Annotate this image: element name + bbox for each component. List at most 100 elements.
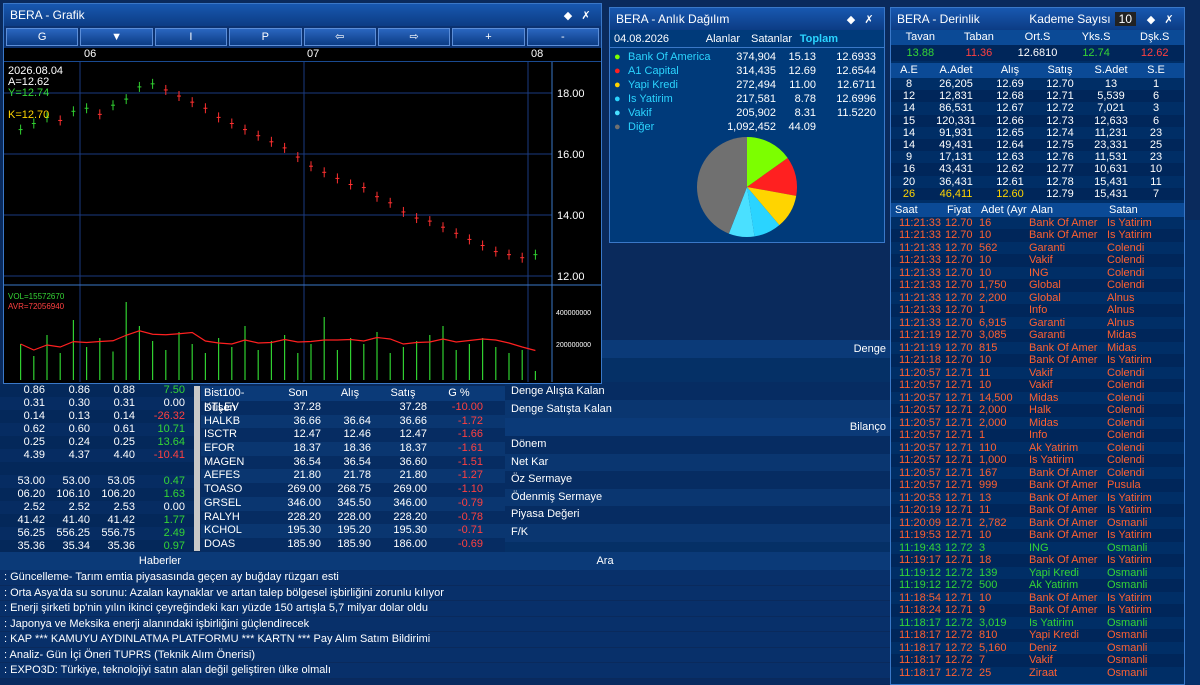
quote-row[interactable]: 0.25 0.24 0.25 13.64 [0,436,200,449]
loser-row[interactable]: ISCTR 12.47 12.46 12.47 -1.66 [201,428,505,443]
tab-alanlar[interactable]: Alanlar [704,30,740,47]
trade-row[interactable]: 11:19:12 12.72 139 Yapi Kredi Osmanli [891,566,1184,580]
trade-row[interactable]: 11:20:57 12.71 1 Info Colendi [891,429,1184,442]
news-item[interactable]: : Güncelleme- Tarım emtia piyasasında ge… [0,570,890,586]
loser-row[interactable]: TOASO 269.00 268.75 269.00 -1.10 [201,483,505,497]
book-row[interactable]: 26 46,411 12.60 12.79 15,431 7 [891,187,1184,200]
trade-row[interactable]: 11:21:33 12.70 562 Garanti Colendi [891,241,1184,255]
quote-row[interactable]: 41.42 41.40 41.42 1.77 [0,514,200,527]
trade-row[interactable]: 11:20:09 12.71 2,782 Bank Of Amer Osmanli [891,516,1184,530]
quote-row[interactable]: 0.14 0.13 0.14 -26.32 [0,410,200,423]
pin-icon[interactable]: ◆ [1142,13,1160,26]
news-item[interactable]: : KAP *** KAMUYU AYDINLATMA PLATFORMU **… [0,632,890,648]
quote-row[interactable]: 2.52 2.52 2.53 0.00 [0,501,200,514]
toolbar-button[interactable]: ⇦ [303,28,376,46]
loser-header[interactable]: G % [431,386,487,401]
book-row[interactable]: 14 49,431 12.64 12.75 23,331 25 [891,138,1184,152]
depth-titlebar[interactable]: BERA - Derinlik Kademe Sayısı 10 ◆ ✗ [891,8,1184,30]
trade-row[interactable]: 11:20:57 12.71 167 Bank Of Amer Colendi [891,466,1184,480]
trade-row[interactable]: 11:19:53 12.71 10 Bank Of Amer Is Yatirim [891,529,1184,542]
trade-row[interactable]: 11:21:19 12.70 815 Bank Of Amer Midas [891,341,1184,355]
close-icon[interactable]: ✗ [860,13,878,26]
trade-row[interactable]: 11:21:33 12.70 16 Bank Of Amer Is Yatirim [891,216,1184,230]
trade-row[interactable]: 11:18:24 12.71 9 Bank Of Amer Is Yatirim [891,604,1184,617]
trade-row[interactable]: 11:21:33 12.70 2,200 Global Alnus [891,291,1184,305]
toolbar-button[interactable]: G [6,28,79,46]
losers-scrollbar[interactable] [194,386,200,551]
book-row[interactable]: 20 36,431 12.61 12.78 15,431 11 [891,175,1184,188]
trade-row[interactable]: 11:19:17 12.71 18 Bank Of Amer Is Yatirim [891,554,1184,567]
trade-row[interactable]: 11:18:54 12.71 10 Bank Of Amer Is Yatirim [891,591,1184,605]
quote-row[interactable]: 06.20 106.10 106.20 1.63 [0,488,200,501]
toolbar-button[interactable]: P [229,28,302,46]
loser-row[interactable]: EFOR 18.37 18.36 18.37 -1.61 [201,442,505,456]
trade-row[interactable]: 11:18:17 12.72 3,019 Is Yatirim Osmanli [891,616,1184,630]
tab-satanlar[interactable]: Satanlar [740,30,792,47]
trade-row[interactable]: 11:20:53 12.71 13 Bank Of Amer Is Yatirim [891,491,1184,505]
news-item[interactable]: : Orta Asya'da su sorunu: Azalan kaynakl… [0,585,890,601]
pin-icon[interactable]: ◆ [842,13,860,26]
loser-header[interactable]: Satış [375,386,431,401]
trade-row[interactable]: 11:20:57 12.71 110 Ak Yatirim Colendi [891,441,1184,455]
trade-row[interactable]: 11:21:33 12.70 1,750 Global Colendi [891,279,1184,292]
quote-row[interactable]: 0.86 0.86 0.88 7.50 [0,384,200,397]
close-icon[interactable]: ✗ [1160,13,1178,26]
loser-header[interactable]: Bist100-Düşen [201,386,271,414]
loser-row[interactable]: DOAS 185.90 185.90 186.00 -0.69 [201,537,505,552]
toolbar-button[interactable]: + [452,28,525,46]
news-item[interactable]: : EXPO3D: Türkiye, teknolojiyi satın ala… [0,663,890,679]
trade-row[interactable]: 11:18:17 12.72 25 Ziraat Osmanli [891,666,1184,680]
trade-row[interactable]: 11:20:57 12.71 999 Bank Of Amer Pusula [891,479,1184,492]
chart-window[interactable]: BERA - Grafik ◆ ✗ G ▼ I P ⇦ ⇨ + - 06 07 08 18.0… [3,3,602,384]
trade-row[interactable]: 11:20:57 12.71 14,500 Midas Colendi [891,391,1184,405]
loser-row[interactable]: RALYH 228.20 228.00 228.20 -0.78 [201,510,505,525]
price-volume-chart[interactable]: 18.00 16.00 14.00 12.00 400000000 200000000 [4,62,601,382]
trade-row[interactable]: 11:21:33 12.70 10 ING Colendi [891,266,1184,280]
trade-row[interactable]: 11:20:57 12.71 1,000 Is Yatirim Colendi [891,454,1184,467]
trade-row[interactable]: 11:20:19 12.71 11 Bank Of Amer Is Yatirim [891,504,1184,517]
trade-row[interactable]: 11:21:33 12.70 10 Vakif Colendi [891,254,1184,267]
trade-row[interactable]: 11:20:57 12.71 2,000 Halk Colendi [891,404,1184,417]
loser-row[interactable]: HALKB 36.66 36.64 36.66 -1.72 [201,414,505,429]
loser-header[interactable]: Son [271,386,325,401]
trade-row[interactable]: 11:21:33 12.70 10 Bank Of Amer Is Yatirim [891,229,1184,242]
close-icon[interactable]: ✗ [577,9,595,22]
trade-row[interactable]: 11:21:33 12.70 1 Info Alnus [891,304,1184,317]
news-search[interactable]: Ara [320,552,890,570]
book-row[interactable]: 16 43,431 12.62 12.77 10,631 10 [891,163,1184,176]
trade-row[interactable]: 11:18:17 12.72 5,160 Deniz Osmanli [891,641,1184,655]
trade-row[interactable]: 11:20:57 12.71 10 Vakif Colendi [891,379,1184,392]
pin-icon[interactable]: ◆ [559,9,577,22]
toolbar-button[interactable]: ▼ [80,28,153,46]
quote-row[interactable]: 0.62 0.60 0.61 10.71 [0,423,200,436]
trade-row[interactable]: 11:19:43 12.72 3 ING Osmanli [891,541,1184,555]
quote-row[interactable]: 0.31 0.30 0.31 0.00 [0,397,200,410]
dist-titlebar[interactable]: BERA - Anlık Dağılım ◆ ✗ [610,8,884,30]
trade-row[interactable]: 11:21:18 12.70 10 Bank Of Amer Is Yatirim [891,354,1184,367]
trade-row[interactable]: 11:21:33 12.70 6,915 Garanti Alnus [891,316,1184,330]
book-row[interactable]: 14 86,531 12.67 12.72 7,021 3 [891,102,1184,115]
trade-row[interactable]: 11:20:57 12.71 11 Vakif Colendi [891,366,1184,380]
toolbar-button[interactable]: - [526,28,599,46]
trade-row[interactable]: 11:18:17 12.72 7 Vakif Osmanli [891,654,1184,667]
distribution-window[interactable]: BERA - Anlık Dağılım ◆ ✗ 04.08.2026 Alan… [609,7,885,243]
dist-row[interactable]: ● Is Yatirim 217,581 8.78 12.6996 [614,92,880,106]
book-row[interactable]: 12 12,831 12.68 12.71 5,539 6 [891,90,1184,103]
book-row[interactable]: 9 17,131 12.63 12.76 11,531 23 [891,151,1184,164]
dist-row[interactable]: ● A1 Capital 314,435 12.69 12.6544 [614,64,880,78]
quote-row[interactable]: 4.39 4.37 4.40 -10.41 [0,449,200,462]
news-item[interactable]: : Enerji şirketi bp'nin yılın ikinci çey… [0,601,890,617]
quote-row[interactable]: 56.25 556.25 556.75 2.49 [0,527,200,540]
loser-row[interactable]: KTLEV 37.28 37.28 -10.00 [201,401,505,415]
loser-row[interactable]: GRSEL 346.00 345.50 346.00 -0.79 [201,496,505,511]
book-row[interactable]: 14 91,931 12.65 12.74 11,231 23 [891,126,1184,139]
dist-row[interactable]: ● Yapi Kredi 272,494 11.00 12.6711 [614,78,880,92]
trade-row[interactable]: 11:18:17 12.72 810 Yapi Kredi Osmanli [891,629,1184,642]
dist-row[interactable]: ● Bank Of America 374,904 15.13 12.6933 [614,50,880,64]
loser-row[interactable]: AEFES 21.80 21.78 21.80 -1.27 [201,469,505,484]
news-item[interactable]: : Analiz- Gün İçi Öneri TUPRS (Teknik Al… [0,647,890,663]
loser-row[interactable]: MAGEN 36.54 36.54 36.60 -1.51 [201,455,505,470]
quote-row[interactable]: 53.00 53.00 53.05 0.47 [0,475,200,488]
book-row[interactable]: 15 120,331 12.66 12.73 12,633 6 [891,114,1184,127]
trade-row[interactable]: 11:19:12 12.72 500 Ak Yatirim Osmanli [891,579,1184,592]
